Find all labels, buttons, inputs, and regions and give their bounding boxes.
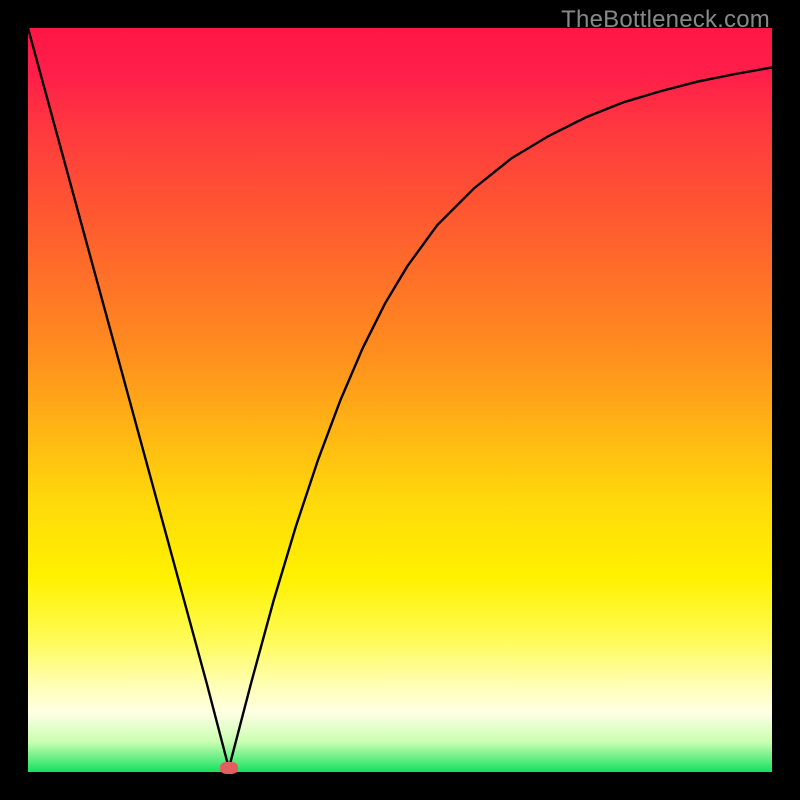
chart-frame: TheBottleneck.com bbox=[0, 0, 800, 800]
bottleneck-curve bbox=[28, 28, 772, 772]
plot-area bbox=[28, 28, 772, 772]
curve-path bbox=[28, 28, 772, 768]
optimum-marker bbox=[220, 762, 238, 774]
